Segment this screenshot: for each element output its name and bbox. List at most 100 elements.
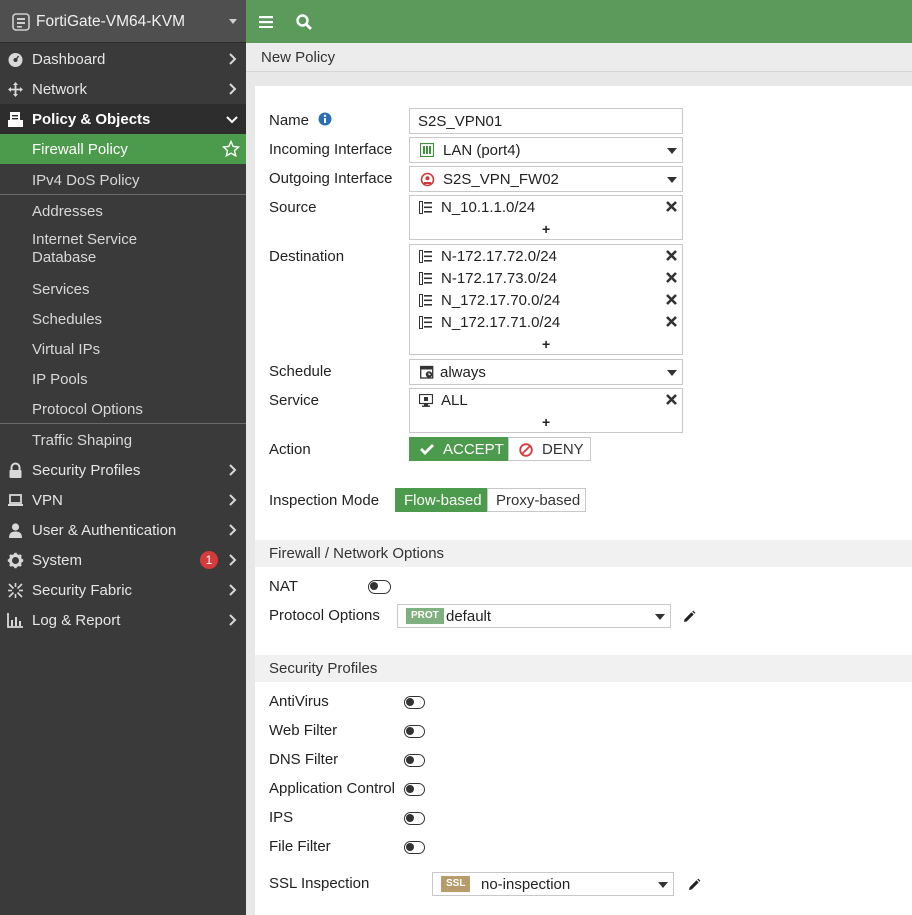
ssl-inspection-value: no-inspection (481, 876, 571, 893)
device-selector[interactable]: FortiGate-VM64-KVM (0, 0, 246, 43)
sidebar-subitem-ipv4-dos-policy[interactable]: IPv4 DoS Policy (0, 165, 246, 195)
chevron-right-icon (229, 494, 237, 506)
prot-tag: PROT (406, 608, 444, 624)
sidebar-divider (0, 194, 246, 195)
action-label: Action (269, 441, 311, 458)
remove-icon[interactable] (666, 250, 677, 261)
sidebar-subitem-protocol-options[interactable]: Protocol Options (0, 394, 246, 424)
incoming-interface-select[interactable]: LAN (port4) (409, 137, 683, 163)
star-icon[interactable] (222, 140, 240, 158)
sidebar-subitem-addresses[interactable]: Addresses (0, 196, 246, 226)
sidebar-item-label: User & Authentication (32, 522, 177, 539)
chevron-right-icon (229, 524, 237, 536)
chevron-right-icon (229, 614, 237, 626)
sidebar-item-log-report[interactable]: Log & Report (0, 605, 246, 635)
antivirus-label: AntiVirus (269, 693, 329, 710)
sidebar-item-system[interactable]: System 1 (0, 545, 246, 575)
laptop-icon (8, 494, 23, 506)
sidebar-item-security-profiles[interactable]: Security Profiles (0, 455, 246, 485)
ips-toggle[interactable] (404, 812, 425, 825)
dns-filter-toggle[interactable] (404, 754, 425, 767)
schedule-value: always (440, 364, 486, 381)
sidebar-item-label: Internet Service Database (32, 231, 138, 266)
top-bar (246, 0, 912, 43)
add-service-button[interactable]: + (542, 414, 550, 430)
antivirus-toggle[interactable] (404, 696, 425, 709)
chevron-down-icon[interactable] (229, 19, 237, 24)
application-control-label: Application Control (269, 780, 395, 797)
nat-toggle[interactable] (368, 580, 391, 594)
sidebar-item-security-fabric[interactable]: Security Fabric (0, 575, 246, 605)
list-item[interactable]: ALL (410, 390, 682, 412)
protocol-options-label: Protocol Options (269, 607, 380, 624)
schedule-icon (420, 365, 434, 379)
sidebar-subitem-services[interactable]: Services (0, 274, 246, 304)
list-item[interactable]: N_172.17.71.0/24 (410, 312, 682, 334)
incoming-interface-value: LAN (port4) (443, 142, 521, 159)
list-item[interactable]: N_10.1.1.0/24 (410, 197, 682, 219)
remove-icon[interactable] (666, 201, 677, 212)
menu-icon[interactable] (259, 16, 273, 28)
address-icon (419, 294, 432, 307)
schedule-select[interactable]: always (409, 359, 683, 385)
service-item: ALL (441, 392, 468, 409)
policy-icon (8, 112, 23, 127)
nat-label: NAT (269, 578, 298, 595)
remove-icon[interactable] (666, 316, 677, 327)
address-icon (419, 316, 432, 329)
destination-address: N-172.17.72.0/24 (441, 248, 557, 265)
remove-icon[interactable] (666, 272, 677, 283)
sidebar-item-label: Virtual IPs (32, 341, 101, 358)
remove-icon[interactable] (666, 294, 677, 305)
flow-based-button[interactable]: Flow-based (395, 488, 487, 512)
sidebar-item-label: Addresses (32, 203, 103, 220)
sidebar-item-label: Dashboard (32, 51, 106, 68)
edit-icon[interactable] (682, 610, 696, 624)
sidebar-item-user-authentication[interactable]: User & Authentication (0, 515, 246, 545)
block-icon (519, 443, 533, 457)
address-icon (419, 250, 432, 263)
list-item[interactable]: N_172.17.70.0/24 (410, 290, 682, 312)
proxy-based-button[interactable]: Proxy-based (487, 488, 586, 512)
sidebar-item-label: IP Pools (32, 371, 88, 388)
remove-icon[interactable] (666, 394, 677, 405)
protocol-options-select[interactable]: PROT default (397, 604, 671, 628)
ssl-inspection-label: SSL Inspection (269, 875, 370, 892)
chevron-right-icon (229, 464, 237, 476)
list-item[interactable]: N-172.17.72.0/24 (410, 246, 682, 268)
sidebar-subitem-internet-service-database[interactable]: Internet Service Database (0, 226, 246, 274)
deny-button[interactable]: DENY (508, 437, 591, 461)
sidebar-item-dashboard[interactable]: Dashboard (0, 44, 246, 74)
name-input[interactable]: S2S_VPN01 (409, 108, 683, 134)
source-list[interactable]: N_10.1.1.0/24 + (409, 195, 683, 240)
sidebar-item-network[interactable]: Network (0, 74, 246, 104)
web-filter-toggle[interactable] (404, 725, 425, 738)
firewall-options-header: Firewall / Network Options (255, 540, 912, 567)
file-filter-toggle[interactable] (404, 841, 425, 854)
info-icon[interactable] (318, 112, 332, 126)
sidebar-subitem-firewall-policy[interactable]: Firewall Policy (0, 134, 246, 164)
name-label: Name (269, 112, 310, 129)
outgoing-interface-select[interactable]: S2S_VPN_FW02 (409, 166, 683, 192)
web-filter-label: Web Filter (269, 722, 338, 739)
edit-icon[interactable] (687, 878, 701, 892)
accept-button[interactable]: ACCEPT (409, 437, 508, 461)
sidebar-subitem-schedules[interactable]: Schedules (0, 304, 246, 334)
sidebar-subitem-ip-pools[interactable]: IP Pools (0, 364, 246, 394)
list-item[interactable]: N-172.17.73.0/24 (410, 268, 682, 290)
sidebar-item-policy-objects[interactable]: Policy & Objects (0, 104, 246, 134)
application-control-toggle[interactable] (404, 783, 425, 796)
ips-label: IPS (269, 809, 294, 826)
user-icon (9, 523, 22, 538)
sidebar-subitem-traffic-shaping[interactable]: Traffic Shaping (0, 425, 246, 455)
add-source-button[interactable]: + (542, 221, 550, 237)
destination-list[interactable]: N-172.17.72.0/24 N-172.17.73.0/24 N_172.… (409, 244, 683, 355)
search-icon[interactable] (296, 14, 312, 30)
add-destination-button[interactable]: + (542, 336, 550, 352)
sidebar-subitem-virtual-ips[interactable]: Virtual IPs (0, 334, 246, 364)
ssl-inspection-select[interactable]: SSL no-inspection (432, 872, 674, 896)
sidebar-item-label: Security Profiles (32, 462, 141, 479)
sidebar-item-label: Traffic Shaping (32, 432, 133, 449)
service-list[interactable]: ALL + (409, 388, 683, 433)
sidebar-item-vpn[interactable]: VPN (0, 485, 246, 515)
